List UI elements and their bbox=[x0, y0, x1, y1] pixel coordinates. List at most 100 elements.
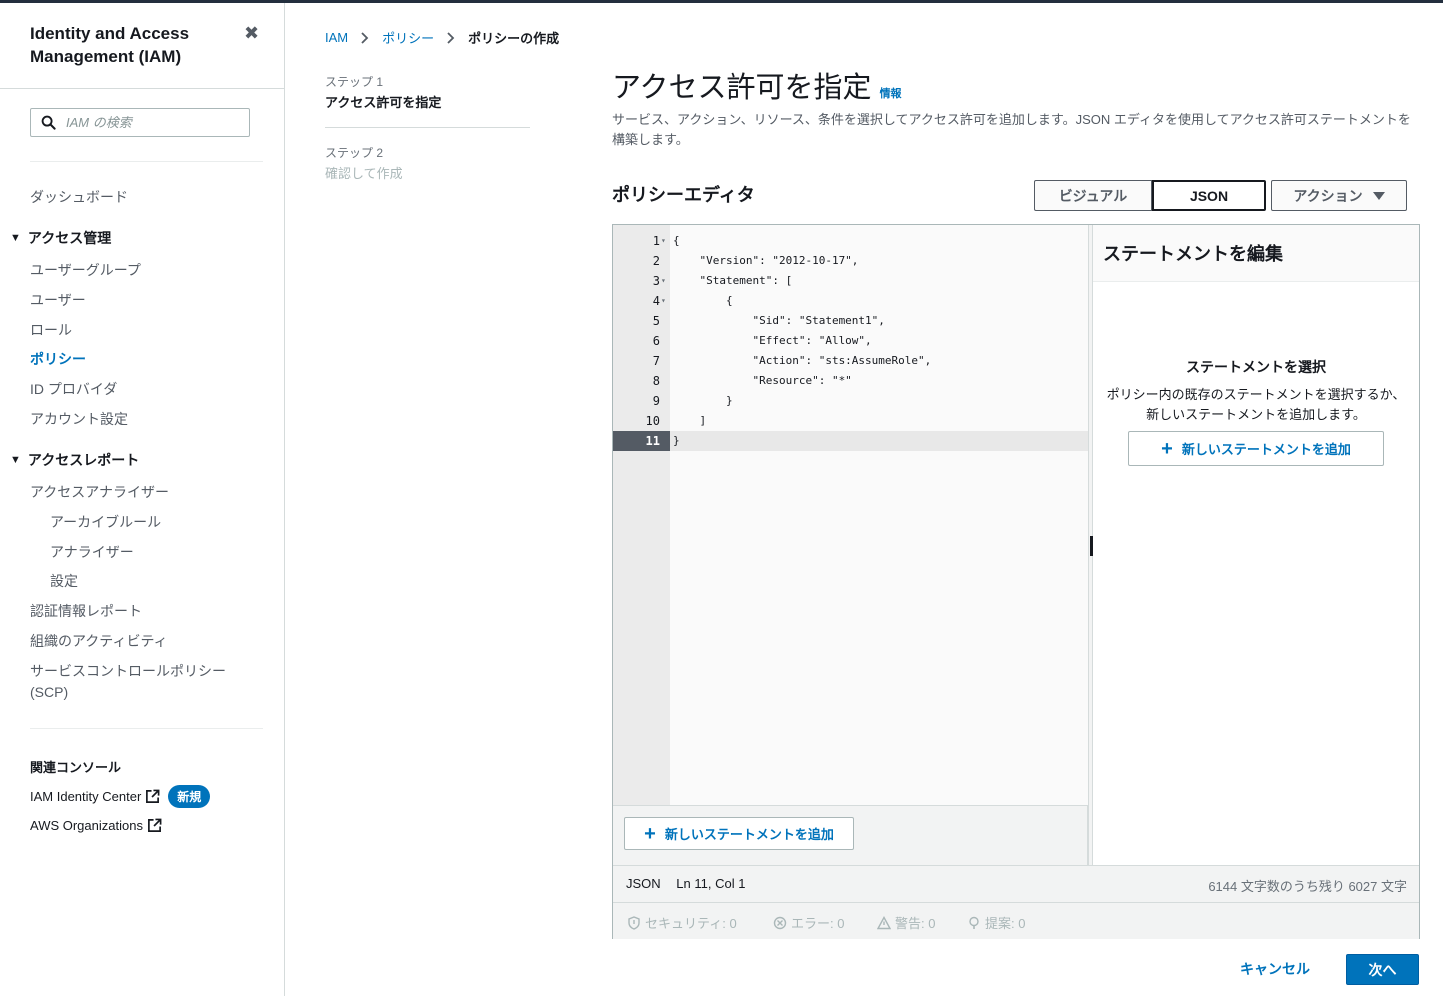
chevron-right-icon bbox=[447, 31, 455, 44]
actions-dropdown[interactable]: アクション bbox=[1271, 180, 1407, 211]
security-count[interactable]: セキュリティ: 0 bbox=[627, 913, 737, 932]
breadcrumb: IAM ポリシー ポリシーの作成 bbox=[325, 28, 559, 47]
security-label: セキュリティ: 0 bbox=[645, 916, 737, 931]
step2-title: 確認して作成 bbox=[325, 166, 403, 181]
sidebar-section-access-reports[interactable]: ▼ アクセスレポート bbox=[10, 450, 139, 470]
code-text: } bbox=[673, 394, 733, 407]
code-line[interactable]: 11} bbox=[613, 431, 1088, 451]
statement-panel-title: ステートメントを編集 bbox=[1103, 244, 1283, 264]
code-line[interactable]: 5 "Sid": "Statement1", bbox=[613, 311, 1088, 331]
plus-icon: + bbox=[644, 822, 656, 845]
code-line[interactable]: 2 "Version": "2012-10-17", bbox=[613, 251, 1088, 271]
sidebar-item-policies[interactable]: ポリシー bbox=[30, 349, 86, 369]
sidebar-item-credential-report[interactable]: 認証情報レポート bbox=[30, 601, 142, 621]
code-text: "Resource": "*" bbox=[673, 374, 852, 387]
status-left: JSON Ln 11, Col 1 bbox=[626, 876, 757, 891]
line-number: 3 bbox=[652, 274, 660, 288]
policy-editor: 1 ▾{2 "Version": "2012-10-17", 3 ▾ "Stateme… bbox=[612, 224, 1420, 939]
json-tab[interactable]: JSON bbox=[1152, 180, 1266, 211]
add-statement-label: 新しいステートメントを追加 bbox=[664, 827, 834, 842]
external-link-icon bbox=[146, 789, 160, 803]
code-line[interactable]: 9 } bbox=[613, 391, 1088, 411]
sidebar-item-archive-rules[interactable]: アーカイブルール bbox=[50, 512, 161, 532]
sidebar-item-user-groups[interactable]: ユーザーグループ bbox=[30, 260, 141, 280]
line-number: 9 bbox=[652, 394, 660, 408]
warning-label: 警告: 0 bbox=[895, 916, 936, 931]
sidebar-item-identity-providers[interactable]: ID プロバイダ bbox=[30, 379, 117, 399]
suggestion-count[interactable]: 提案: 0 bbox=[967, 913, 1025, 932]
search-input[interactable] bbox=[66, 115, 236, 130]
fold-icon[interactable]: ▾ bbox=[661, 231, 669, 251]
sidebar-item-dashboard[interactable]: ダッシュボード bbox=[30, 187, 128, 207]
sidebar-section-label: アクセスレポート bbox=[27, 452, 140, 468]
shield-icon bbox=[628, 915, 640, 930]
status-mode: JSON bbox=[626, 876, 661, 891]
visual-tab[interactable]: ビジュアル bbox=[1034, 180, 1152, 211]
fold-icon[interactable]: ▾ bbox=[661, 291, 669, 311]
breadcrumb-policies[interactable]: ポリシー bbox=[382, 28, 434, 47]
sidebar-item-account-settings[interactable]: アカウント設定 bbox=[30, 409, 128, 429]
editor-mode-toggle: ビジュアル JSON bbox=[1034, 180, 1266, 211]
sidebar-item-users[interactable]: ユーザー bbox=[30, 290, 86, 310]
info-link[interactable]: 情報 bbox=[880, 85, 902, 101]
code-line[interactable]: 10 ] bbox=[613, 411, 1088, 431]
add-statement-button[interactable]: + 新しいステートメントを追加 bbox=[624, 817, 854, 850]
identity-center-label: IAM Identity Center bbox=[30, 789, 142, 804]
code-line[interactable]: 1 ▾ { bbox=[613, 231, 1088, 251]
code-text: { bbox=[673, 234, 680, 247]
new-badge: 新規 bbox=[168, 785, 211, 808]
sidebar: Identity and Access Management (IAM) ✖ ダ… bbox=[0, 3, 285, 996]
line-number: 1 bbox=[652, 234, 660, 248]
error-icon bbox=[773, 916, 787, 929]
sidebar-item-scp[interactable]: サービスコントロールポリシー bbox=[30, 661, 226, 681]
code-line[interactable]: 6 "Effect": "Allow", bbox=[613, 331, 1088, 351]
next-button[interactable]: 次へ bbox=[1346, 954, 1419, 985]
code-text: ] bbox=[673, 414, 707, 427]
sidebar-item-organization-activity[interactable]: 組織のアクティビティ bbox=[30, 631, 168, 651]
code-line[interactable]: 3 ▾ "Statement": [ bbox=[613, 271, 1088, 291]
sidebar-item-roles[interactable]: ロール bbox=[30, 320, 72, 340]
step-divider bbox=[325, 127, 530, 128]
line-number: 11 bbox=[613, 431, 670, 451]
page-title-text: アクセス許可を指定 bbox=[612, 72, 872, 104]
step1-label: ステップ 1 bbox=[325, 75, 384, 89]
line-number: 2 bbox=[652, 254, 660, 268]
page-description: サービス、アクション、リソース、条件を選択してアクセス許可を追加します。JSON… bbox=[612, 112, 1411, 147]
identity-center-link[interactable]: IAM Identity Center 新規 bbox=[30, 785, 211, 808]
editor-status-bar: JSON Ln 11, Col 1 6144 文字数のうち残り 6027 文字 bbox=[613, 865, 1419, 902]
json-editor[interactable]: 1 ▾{2 "Version": "2012-10-17", 3 ▾ "Stateme… bbox=[613, 225, 1088, 805]
panel-add-statement-button[interactable]: + 新しいステートメントを追加 bbox=[1128, 431, 1384, 466]
cancel-button[interactable]: キャンセル bbox=[1240, 959, 1310, 979]
organizations-label: AWS Organizations bbox=[30, 818, 143, 833]
external-link-icon bbox=[147, 818, 162, 832]
caret-down-icon: ▼ bbox=[10, 232, 21, 244]
sidebar-section-access-management[interactable]: ▼ アクセス管理 bbox=[10, 228, 111, 248]
close-icon[interactable]: ✖ bbox=[244, 23, 259, 44]
warning-count[interactable]: 警告: 0 bbox=[877, 913, 935, 932]
suggestion-label: 提案: 0 bbox=[985, 916, 1026, 931]
code-line[interactable]: 7 "Action": "sts:AssumeRole", bbox=[613, 351, 1088, 371]
error-count[interactable]: エラー: 0 bbox=[773, 913, 844, 932]
sidebar-item-analyzers[interactable]: アナライザー bbox=[50, 542, 134, 562]
step1-title: アクセス許可を指定 bbox=[325, 95, 442, 110]
code-text: "Version": "2012-10-17", bbox=[673, 254, 859, 267]
fold-icon[interactable]: ▾ bbox=[661, 271, 669, 291]
line-number: 8 bbox=[652, 374, 660, 388]
code-line[interactable]: 4 ▾ { bbox=[613, 291, 1088, 311]
sidebar-item-scp-suffix[interactable]: (SCP) bbox=[30, 684, 68, 700]
code-line[interactable]: 8 "Resource": "*" bbox=[613, 371, 1088, 391]
code-text: "Effect": "Allow", bbox=[673, 334, 872, 347]
code-text: "Sid": "Statement1", bbox=[673, 314, 885, 327]
sidebar-item-analyzer-settings[interactable]: 設定 bbox=[50, 571, 78, 591]
sidebar-item-access-analyzer[interactable]: アクセスアナライザー bbox=[30, 482, 169, 502]
lightbulb-icon bbox=[969, 916, 979, 929]
code-text: "Statement": [ bbox=[673, 274, 793, 287]
actions-label: アクション bbox=[1293, 187, 1363, 204]
organizations-link[interactable]: AWS Organizations bbox=[30, 818, 162, 833]
breadcrumb-current: ポリシーの作成 bbox=[468, 31, 560, 46]
sidebar-divider bbox=[0, 88, 285, 89]
warning-icon bbox=[877, 915, 891, 929]
caret-down-icon: ▼ bbox=[10, 454, 21, 466]
sidebar-search[interactable] bbox=[30, 108, 250, 137]
breadcrumb-iam[interactable]: IAM bbox=[325, 30, 348, 45]
